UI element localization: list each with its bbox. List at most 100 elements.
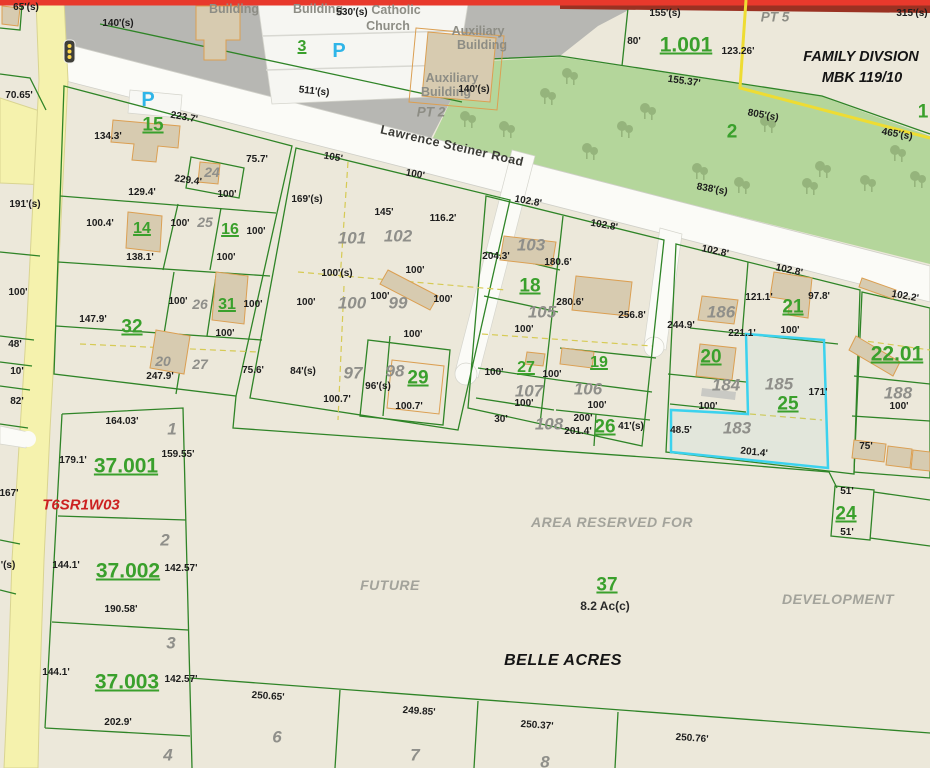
lot-37-002: 37.002 [96,561,160,582]
lot-25-a: 25 [197,215,213,229]
lot-16: 16 [221,222,239,238]
lot-184: 184 [712,377,740,394]
lot-14: 14 [133,221,151,237]
dim-100-q: 100' [542,370,561,380]
lot-27-a: 27 [192,357,208,371]
lot-27-b: 27 [517,360,535,376]
dim-97-8: 97.8' [808,292,830,302]
dim-249-85: 249.85' [402,706,436,718]
lot-15: 15 [142,116,163,135]
dim-159-55: 159.55' [162,450,195,460]
lot-105: 105 [528,304,556,321]
lot-num-3: 3 [166,635,175,652]
dim-201-4-b: 201.4' [740,447,768,460]
poi-catholic: Catholic [371,4,420,17]
dim-102-8-d: 102.8' [775,263,804,278]
dim-30: 30' [494,415,508,425]
lot-103: 103 [517,237,545,254]
plat-map: BuildingBuilding530'(s)CatholicChurch3P1… [0,0,930,768]
lot-37-003: 37.003 [95,672,159,693]
lot-num-8: 8 [540,754,549,768]
lot-37: 37 [596,576,617,595]
lot-186: 186 [707,304,735,321]
dim-142-57-b: 142.57' [165,675,198,685]
dim-116-2: 116.2' [430,214,457,224]
poi-aux1-line1: Auxiliary [452,25,505,38]
lot-107: 107 [515,383,543,400]
dim-80: 80' [627,37,641,47]
lot-24-b: 24 [835,505,856,524]
dim-250-37: 250.37' [520,720,554,732]
dim-204-3: 204.3' [482,252,509,262]
dim-102-8-c: 102.8' [701,244,730,259]
dim-179-1: 179.1' [59,456,86,466]
dim-530s: 530'(s) [336,8,367,18]
dim-75-6: 75.6' [242,366,264,376]
dim-190-58: 190.58' [105,605,138,615]
lot-101: 101 [338,230,366,247]
dim-100-t: 100' [780,326,799,336]
dim-201-4-a: 201.4' [564,427,591,437]
dim-100-d: 100' [216,253,235,263]
dim-223-7: 223.7' [170,111,199,126]
dim-65s: 65'(s) [13,3,39,13]
dim-167: 167' [0,489,19,499]
dim-41s: 41'(s) [618,422,644,432]
dim-838s: 838'(s) [696,182,729,197]
lot-19: 19 [590,355,608,371]
lot-31: 31 [218,297,236,313]
dim-100-f: 100' [168,297,187,307]
dim-100-e: 100' [8,288,27,298]
poi-building-1: Building [209,3,259,16]
dim-142-57-a: 142.57' [165,564,198,574]
lot-24-a: 24 [204,165,220,179]
lot-29: 29 [407,369,428,388]
dim-100s-a: 100'(s) [321,269,352,279]
dim-100-r: 100' [514,399,533,409]
lot-106: 106 [574,381,602,398]
dim-155-37: 155.37' [667,75,701,89]
dim-51-b: 51' [840,528,854,538]
title-family-division: FAMILY DIVSION [803,50,918,65]
lot-183: 183 [723,420,751,437]
dim-75: 75' [859,442,873,452]
dim-140s-2: 140'(s) [458,85,489,95]
dim-82: 82' [10,397,24,407]
dim-102-8-a: 102.8' [514,195,543,210]
dim-171: 171' [808,388,827,398]
lot-20-a: 20 [155,354,171,368]
dim-138-1: 138.1' [126,253,153,263]
dim-96s: 96'(s) [365,382,391,392]
dim-100-7-b: 100.7' [395,402,422,412]
lot-num-6: 6 [272,729,281,746]
dim-511s: 511'(s) [298,85,330,98]
dim-169s: 169'(s) [291,195,322,205]
dim-164-03: 164.03' [106,417,139,427]
dim-155s: 155'(s) [649,9,680,19]
dim-102-2: 102.2' [891,290,920,305]
lot-98: 98 [386,363,405,380]
dim-144-1-a: 144.1' [52,561,79,571]
dim-244-9: 244.9' [667,321,694,331]
lot-26-b: 26 [594,418,615,437]
dim-202-9: 202.9' [104,718,131,728]
lot-26-a: 26 [192,297,208,311]
dim-48: 48' [8,340,22,350]
dim-100-a: 100' [217,190,236,200]
dim-100-s: 100' [587,401,606,411]
note-area-reserved: AREA RESERVED FOR [531,515,693,529]
lot-32: 32 [121,318,142,337]
dim-129-4: 129.4' [128,188,155,198]
dim-191s: 191'(s) [9,200,40,210]
lot-108: 108 [535,416,563,433]
dim-134-3: 134.3' [94,132,121,142]
dim-123-26: 123.26' [722,47,755,57]
parking-p-2: P [141,90,154,110]
dim-250-65: 250.65' [251,691,285,703]
dim-100-m: 100' [433,295,452,305]
dim-140s-1: 140'(s) [102,19,133,29]
dim-121-1: 121.1' [745,293,772,303]
dim-48-5: 48.5' [670,426,692,436]
dim-147-9: 147.9' [79,315,106,325]
dim-75-7: 75.7' [246,155,268,165]
